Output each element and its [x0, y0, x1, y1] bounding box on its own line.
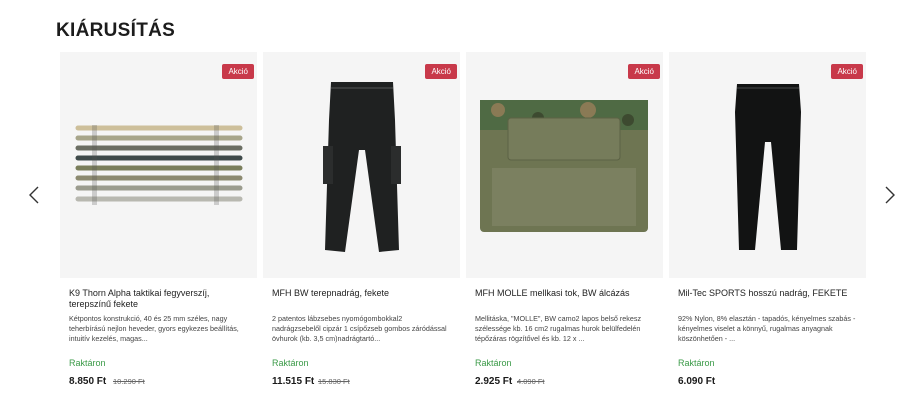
product-name[interactable]: MFH MOLLE mellkasi tok, BW álcázás: [475, 288, 655, 299]
product-name[interactable]: Mil-Tec SPORTS hosszú nadrág, FEKETE: [678, 288, 858, 299]
section-title: KIÁRUSÍTÁS: [56, 20, 176, 41]
product-image: [735, 84, 801, 250]
stock-status: Raktáron: [475, 358, 512, 368]
sale-badge: Akció: [425, 64, 457, 79]
product-description: Mellitáska, "MOLLE", BW camo2 lapos bels…: [475, 314, 642, 343]
product-image-link[interactable]: Akció: [669, 52, 866, 278]
product-image: [75, 125, 243, 205]
carousel-next-button[interactable]: [880, 183, 900, 207]
product-carousel: Akció K9 Thorn Alpha taktikai fegyverszí…: [60, 52, 866, 392]
sale-badge: Akció: [628, 64, 660, 79]
product-image-link[interactable]: Akció: [60, 52, 257, 278]
product-price: 2.925 Ft: [475, 376, 513, 387]
chevron-right-icon: [885, 186, 895, 204]
product-price: 6.090 Ft: [678, 376, 716, 387]
product-image-link[interactable]: Akció: [466, 52, 663, 278]
product-price: 8.850 Ft: [69, 376, 107, 387]
product-price: 11.515 Ft: [272, 376, 315, 387]
product-name[interactable]: K9 Thorn Alpha taktikai fegyverszíj, ter…: [69, 288, 249, 310]
product-image: [323, 82, 401, 252]
product-description: Kétpontos konstrukció, 40 és 25 mm széle…: [69, 314, 239, 343]
product-name[interactable]: MFH BW terepnadrág, fekete: [272, 288, 452, 299]
product-description: 92% Nylon, 8% elasztán - tapadós, kényel…: [678, 314, 856, 343]
product-image-link[interactable]: Akció: [263, 52, 460, 278]
old-price: 10.290 Ft: [113, 377, 145, 386]
stock-status: Raktáron: [69, 358, 106, 368]
product-image: [480, 100, 648, 232]
product-description: 2 patentos lábzsebes nyomógombokkal2 nad…: [272, 314, 447, 343]
stock-status: Raktáron: [678, 358, 715, 368]
sale-badge: Akció: [831, 64, 863, 79]
chevron-left-icon: [29, 186, 39, 204]
product-card[interactable]: Akció Mil-Tec SPORTS hosszú nadrág, FEKE…: [669, 52, 866, 392]
product-card[interactable]: Akció K9 Thorn Alpha taktikai fegyverszí…: [60, 52, 257, 392]
old-price: 4.090 Ft: [517, 377, 545, 386]
product-card[interactable]: Akció MFH MOLLE mellkasi tok, BW álcázás…: [466, 52, 663, 392]
stock-status: Raktáron: [272, 358, 309, 368]
old-price: 15.830 Ft: [318, 377, 350, 386]
sale-badge: Akció: [222, 64, 254, 79]
carousel-prev-button[interactable]: [24, 183, 44, 207]
product-card[interactable]: Akció MFH BW terepnadrág, fekete 2 paten…: [263, 52, 460, 392]
